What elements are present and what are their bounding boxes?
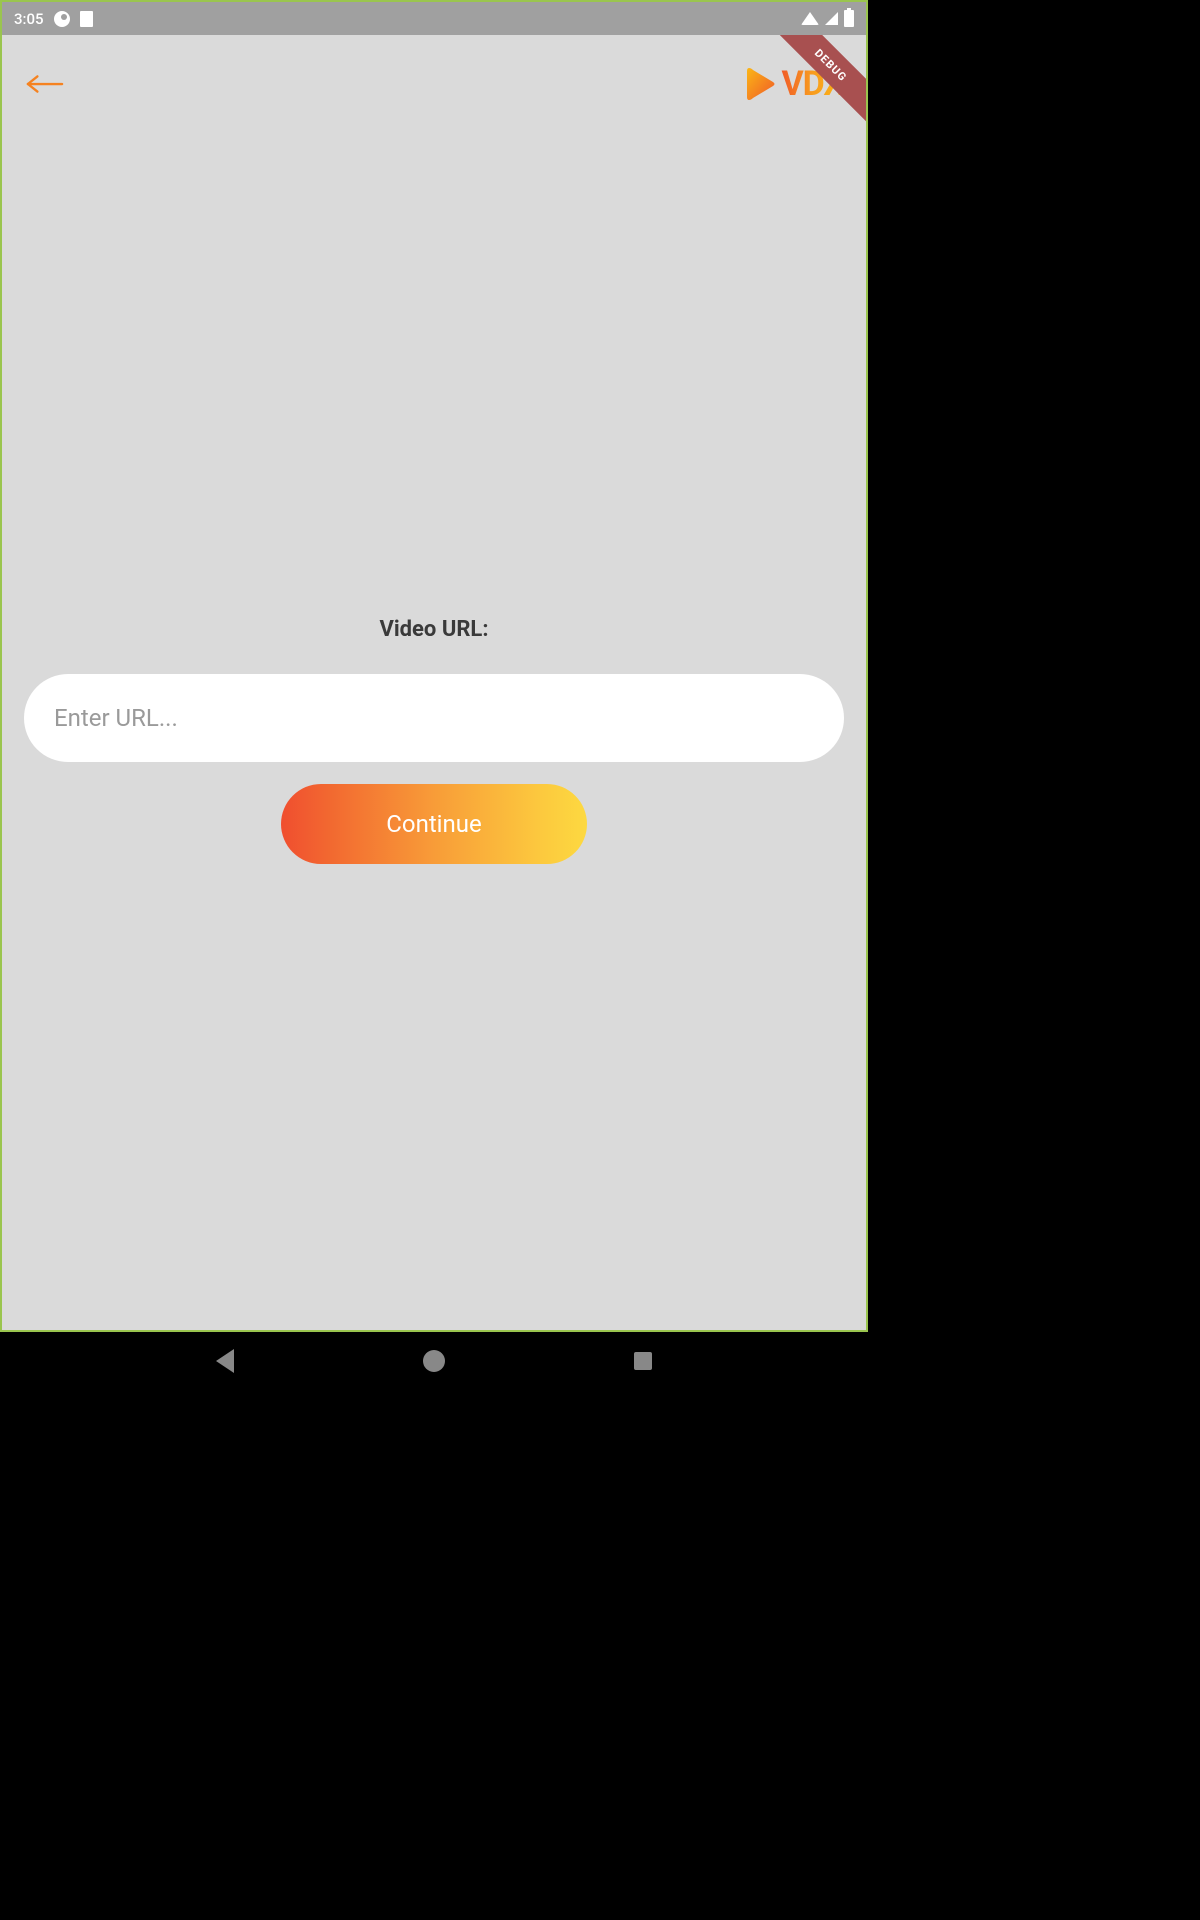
url-input[interactable] [24, 674, 844, 762]
status-bar-left: 3:05 [14, 10, 93, 28]
profile-status-icon [54, 11, 70, 27]
signal-icon [825, 12, 838, 25]
nav-home-icon [423, 1350, 445, 1372]
nav-back-icon [216, 1349, 234, 1373]
status-bar: 3:05 [2, 2, 866, 35]
status-time: 3:05 [14, 10, 44, 28]
nav-recent-button[interactable] [627, 1345, 659, 1377]
nav-recent-icon [634, 1352, 652, 1370]
wifi-icon [801, 12, 819, 25]
sd-card-icon [80, 11, 93, 27]
status-bar-right [801, 10, 854, 27]
device-frame: 3:05 DEBUG [0, 0, 868, 1332]
battery-icon [844, 10, 854, 27]
top-bar: VDX [2, 35, 866, 105]
continue-button[interactable]: Continue [281, 784, 587, 864]
url-label: Video URL: [379, 617, 488, 642]
app-content: DEBUG [2, 35, 866, 1330]
nav-back-button[interactable] [209, 1345, 241, 1377]
url-form: Video URL: Continue [2, 617, 866, 864]
nav-home-button[interactable] [418, 1345, 450, 1377]
android-nav-bar [0, 1332, 868, 1389]
back-button[interactable] [24, 63, 66, 105]
play-logo-icon [745, 66, 777, 102]
back-arrow-icon [26, 74, 64, 94]
